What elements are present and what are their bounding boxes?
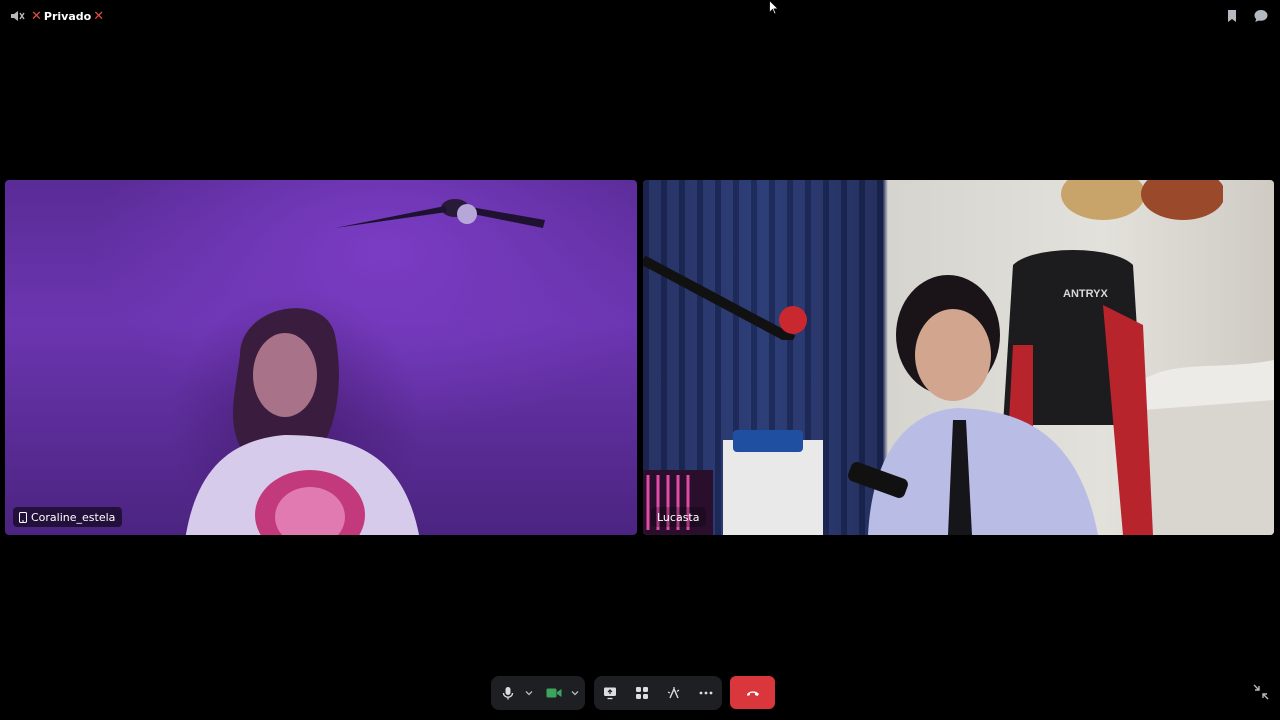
activities-icon	[636, 687, 648, 699]
microphone-button[interactable]	[494, 679, 522, 707]
call-header: ✕ Privado ✕	[0, 0, 1280, 32]
participant-name: Coraline_estela	[31, 510, 116, 524]
participant-name: Lucasta	[657, 510, 700, 524]
more-options-icon	[699, 691, 713, 695]
channel-name: ✕ Privado ✕	[31, 7, 104, 25]
x-mark-icon: ✕	[93, 8, 105, 24]
video-tile-right[interactable]: ANTRYX Lucasta	[643, 180, 1274, 535]
activities-button[interactable]	[628, 679, 656, 707]
more-options-button[interactable]	[692, 679, 720, 707]
participant-name-tag: Coraline_estela	[13, 507, 123, 527]
video-tile-left[interactable]: Coraline_estela	[5, 180, 637, 535]
chevron-down-icon	[571, 691, 579, 696]
x-mark-icon: ✕	[31, 8, 42, 24]
soundboard-button[interactable]	[660, 679, 688, 707]
hang-up-icon	[746, 690, 759, 696]
channel-title: Privado	[43, 9, 92, 23]
bookmark-icon[interactable]	[1224, 8, 1240, 24]
guitars-graphic	[1061, 180, 1223, 220]
participant-silhouette	[848, 275, 1098, 535]
soundboard-icon	[667, 687, 680, 699]
collapse-icon[interactable]	[1253, 684, 1269, 700]
chat-bubble-icon[interactable]	[1253, 8, 1269, 24]
screen-share-icon	[604, 687, 616, 700]
camera-options-chevron[interactable]	[568, 679, 582, 707]
mobile-phone-icon	[19, 511, 27, 523]
call-actions	[594, 676, 722, 710]
microphone-icon	[502, 687, 514, 700]
participant-name-tag: Lucasta	[651, 507, 707, 527]
audio-video-controls	[491, 676, 585, 710]
participant-silhouette	[185, 308, 419, 535]
screen-share-button[interactable]	[596, 679, 624, 707]
camera-button[interactable]	[540, 679, 568, 707]
hang-up-button[interactable]	[730, 676, 775, 709]
camera-icon	[546, 688, 562, 698]
ceiling-fan-graphic	[335, 199, 545, 228]
mic-arm-graphic	[643, 255, 807, 340]
speaker-muted-icon[interactable]	[9, 8, 25, 24]
mic-options-chevron[interactable]	[522, 679, 536, 707]
chevron-down-icon	[525, 691, 533, 696]
mouse-cursor-icon	[769, 0, 779, 15]
